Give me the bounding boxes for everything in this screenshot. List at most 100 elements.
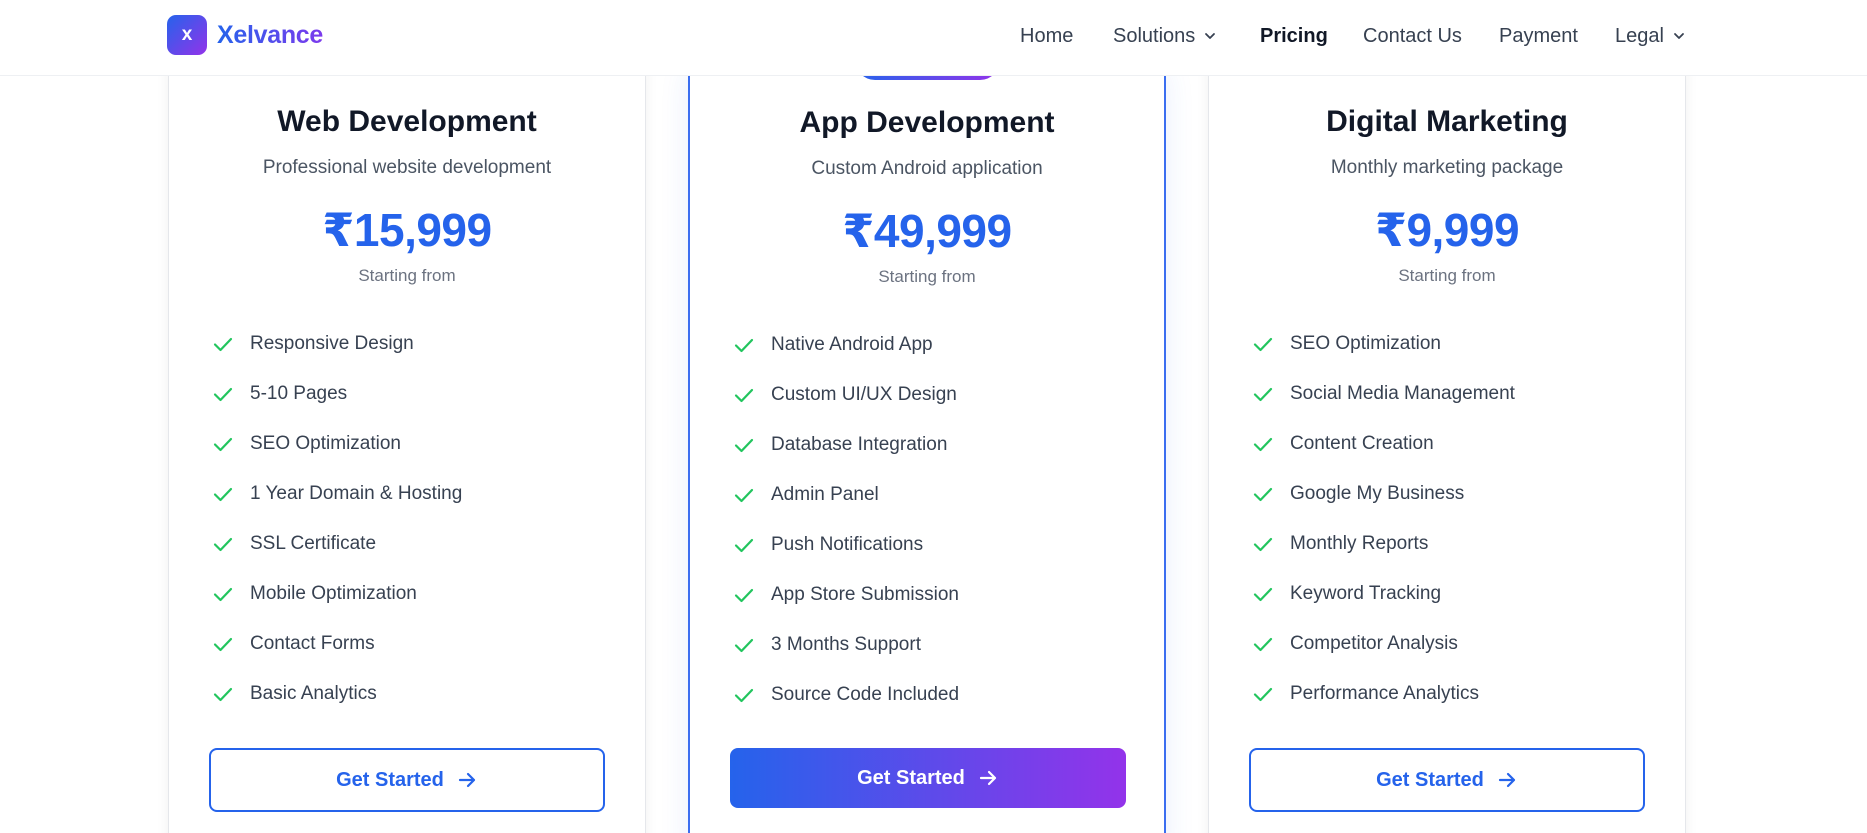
feature-item: Content Creation — [1251, 419, 1651, 469]
feature-text: Native Android App — [771, 334, 933, 355]
feature-list: Responsive Design 5-10 Pages SEO Optimiz… — [211, 319, 611, 719]
nav-pricing-label: Pricing — [1260, 25, 1328, 47]
check-icon — [211, 382, 235, 406]
feature-text: Basic Analytics — [250, 683, 377, 704]
check-icon — [211, 482, 235, 506]
feature-text: Monthly Reports — [1290, 533, 1429, 554]
chevron-down-icon — [1203, 29, 1217, 43]
check-icon — [211, 682, 235, 706]
feature-item: Contact Forms — [211, 619, 611, 669]
plan-subtitle: Monthly marketing package — [1330, 157, 1564, 178]
check-icon — [1251, 332, 1275, 356]
feature-text: SEO Optimization — [1290, 333, 1441, 354]
feature-item: App Store Submission — [732, 570, 1132, 620]
feature-text: Admin Panel — [771, 484, 879, 505]
plan-price: ₹15,999 — [322, 204, 492, 256]
feature-text: Content Creation — [1290, 433, 1434, 454]
feature-text: Responsive Design — [250, 333, 414, 354]
feature-text: Push Notifications — [771, 534, 924, 555]
feature-text: 5-10 Pages — [250, 383, 348, 404]
arrow-right-icon — [977, 767, 999, 789]
check-icon — [1251, 382, 1275, 406]
get-started-label: Get Started — [336, 768, 444, 791]
feature-item: Responsive Design — [211, 319, 611, 369]
nav-home[interactable]: Home — [1020, 22, 1073, 50]
feature-list: SEO Optimization Social Media Management… — [1251, 319, 1651, 719]
check-icon — [211, 332, 235, 356]
main-nav: Home Solutions Pricing Contact Us Paymen… — [0, 22, 1867, 52]
feature-text: Performance Analytics — [1290, 683, 1480, 704]
check-icon — [1251, 482, 1275, 506]
feature-item: SSL Certificate — [211, 519, 611, 569]
feature-text: Custom UI/UX Design — [771, 384, 957, 405]
check-icon — [211, 632, 235, 656]
nav-solutions-label: Solutions — [1113, 25, 1196, 47]
check-icon — [1251, 432, 1275, 456]
pricing-card-digital-marketing: Digital Marketing Monthly marketing pack… — [1208, 56, 1686, 833]
feature-text: SEO Optimization — [250, 433, 401, 454]
nav-payment-label: Payment — [1499, 25, 1578, 47]
get-started-label: Get Started — [1376, 768, 1484, 791]
nav-pricing[interactable]: Pricing — [1260, 22, 1328, 50]
feature-item: Custom UI/UX Design — [732, 370, 1132, 420]
check-icon — [732, 383, 756, 407]
check-icon — [732, 583, 756, 607]
check-icon — [1251, 682, 1275, 706]
feature-text: Competitor Analysis — [1290, 633, 1458, 654]
feature-text: Keyword Tracking — [1290, 583, 1442, 604]
feature-text: 1 Year Domain & Hosting — [250, 483, 463, 504]
feature-text: SSL Certificate — [250, 533, 377, 554]
nav-legal-label: Legal — [1615, 25, 1664, 47]
nav-contact-us[interactable]: Contact Us — [1363, 22, 1462, 50]
feature-text: Social Media Management — [1290, 383, 1515, 404]
feature-item: Google My Business — [1251, 469, 1651, 519]
nav-payment[interactable]: Payment — [1499, 22, 1578, 50]
feature-item: Monthly Reports — [1251, 519, 1651, 569]
check-icon — [211, 582, 235, 606]
feature-text: Contact Forms — [250, 633, 375, 654]
plan-title: App Development — [799, 106, 1055, 139]
nav-solutions[interactable]: Solutions — [1113, 22, 1217, 50]
get-started-button[interactable]: Get Started — [730, 748, 1126, 808]
check-icon — [732, 533, 756, 557]
chevron-down-icon — [1672, 29, 1686, 43]
feature-item: Performance Analytics — [1251, 669, 1651, 719]
nav-home-label: Home — [1020, 25, 1074, 47]
navbar: x Xelvance Home Solutions Pricing Contac… — [0, 0, 1867, 76]
feature-item: SEO Optimization — [1251, 319, 1651, 369]
nav-contact-us-label: Contact Us — [1363, 25, 1462, 47]
plan-price-note: Starting from — [878, 267, 976, 286]
get-started-button[interactable]: Get Started — [1249, 748, 1645, 812]
get-started-button[interactable]: Get Started — [209, 748, 605, 812]
plan-title: Digital Marketing — [1326, 105, 1568, 138]
plan-price: ₹49,999 — [842, 205, 1012, 257]
feature-item: Basic Analytics — [211, 669, 611, 719]
feature-item: SEO Optimization — [211, 419, 611, 469]
check-icon — [211, 432, 235, 456]
check-icon — [732, 633, 756, 657]
feature-item: Push Notifications — [732, 520, 1132, 570]
plan-price-note: Starting from — [1398, 266, 1496, 285]
feature-item: Social Media Management — [1251, 369, 1651, 419]
feature-text: Google My Business — [1290, 483, 1465, 504]
feature-item: Mobile Optimization — [211, 569, 611, 619]
get-started-label: Get Started — [857, 766, 965, 789]
check-icon — [732, 683, 756, 707]
pricing-card-web-development: Web Development Professional website dev… — [168, 56, 646, 833]
arrow-right-icon — [456, 769, 478, 791]
feature-item: 5-10 Pages — [211, 369, 611, 419]
check-icon — [211, 532, 235, 556]
plan-price: ₹9,999 — [1374, 204, 1520, 256]
feature-item: 3 Months Support — [732, 620, 1132, 670]
arrow-right-icon — [1496, 769, 1518, 791]
check-icon — [1251, 632, 1275, 656]
feature-item: Database Integration — [732, 420, 1132, 470]
nav-legal[interactable]: Legal — [1615, 22, 1686, 50]
check-icon — [732, 333, 756, 357]
feature-item: Admin Panel — [732, 470, 1132, 520]
feature-item: Source Code Included — [732, 670, 1132, 720]
feature-text: 3 Months Support — [771, 634, 921, 655]
check-icon — [1251, 532, 1275, 556]
feature-text: Mobile Optimization — [250, 583, 417, 604]
feature-text: App Store Submission — [771, 584, 959, 605]
